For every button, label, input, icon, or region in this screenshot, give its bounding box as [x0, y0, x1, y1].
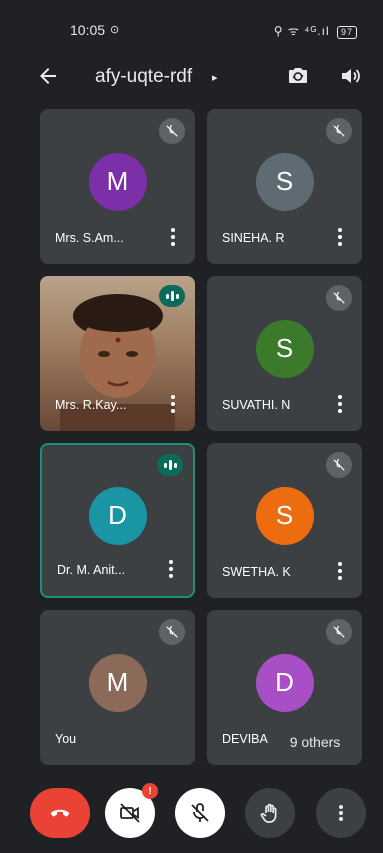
battery-icon: 97 — [336, 26, 357, 39]
avatar: S — [255, 152, 314, 211]
meeting-info-caret-icon[interactable]: ▸ — [212, 71, 218, 84]
avatar: M — [88, 152, 147, 211]
cast-icon: ⊙ — [110, 24, 120, 36]
participant-name: SINEHA. R — [222, 231, 285, 245]
mic-off-icon — [191, 803, 209, 822]
mic-off-icon — [326, 118, 352, 144]
mic-off-icon — [159, 118, 185, 144]
participant-name: SUVATHI. N — [222, 398, 291, 412]
participant-name: Mrs. S.Am... — [55, 231, 124, 245]
participant-tile[interactable]: M Mrs. S.Am... — [40, 109, 195, 264]
call-controls-bar: ! — [0, 780, 383, 853]
avatar: M — [88, 653, 147, 712]
participant-name: SWETHA. K — [222, 565, 291, 579]
participant-tile[interactable]: S SWETHA. K — [207, 443, 362, 598]
raise-hand-button[interactable] — [245, 788, 295, 838]
more-options-icon[interactable] — [336, 395, 344, 415]
microphone-toggle-button[interactable] — [175, 788, 225, 838]
speaking-indicator-icon — [157, 454, 183, 476]
camera-alert-badge: ! — [142, 783, 158, 799]
back-arrow-icon[interactable] — [36, 64, 60, 88]
speaker-icon[interactable] — [338, 64, 362, 88]
participant-name: Dr. M. Anit... — [57, 563, 126, 577]
more-vert-icon — [339, 805, 343, 821]
status-time: 10:05 — [70, 22, 106, 38]
avatar: S — [255, 486, 314, 545]
others-participants-button[interactable]: 9 others — [275, 727, 355, 757]
hang-up-icon — [50, 809, 70, 817]
more-options-button[interactable] — [316, 788, 366, 838]
more-options-icon[interactable] — [169, 395, 177, 415]
switch-camera-icon[interactable] — [286, 64, 310, 88]
mic-off-icon — [326, 285, 352, 311]
participant-tile[interactable]: S SUVATHI. N — [207, 276, 362, 431]
mic-off-icon — [326, 452, 352, 478]
self-tile[interactable]: M You — [40, 610, 195, 765]
mic-off-icon — [159, 619, 185, 645]
participant-name: You — [55, 732, 77, 746]
signal-text: ⚲ ᯤ ⁴ᴳ.ıl — [273, 24, 330, 38]
more-options-icon[interactable] — [169, 228, 177, 248]
avatar: D — [255, 653, 314, 712]
signal-icons: ⚲ ᯤ ⁴ᴳ.ıl 97 — [274, 22, 357, 39]
meeting-code-title[interactable]: afy-uqte-rdf — [95, 66, 192, 88]
participant-name: Mrs. R.Kay... — [55, 398, 127, 412]
avatar: S — [255, 319, 314, 378]
more-options-icon[interactable] — [167, 560, 175, 580]
participant-name: DEVIBA — [222, 732, 268, 746]
participant-video-tile[interactable]: Mrs. R.Kay... — [40, 276, 195, 431]
avatar: D — [88, 486, 147, 545]
camera-toggle-button[interactable]: ! — [105, 783, 158, 838]
participant-tile-active[interactable]: D Dr. M. Anit... — [40, 443, 195, 598]
end-call-button[interactable] — [30, 788, 90, 838]
camera-off-icon — [120, 803, 140, 823]
participant-tile[interactable]: S SINEHA. R — [207, 109, 362, 264]
status-bar: 10:05 ⊙ ⚲ ᯤ ⁴ᴳ.ıl 97 — [0, 0, 383, 60]
hand-icon — [260, 803, 277, 823]
more-options-icon[interactable] — [336, 562, 344, 582]
more-options-icon[interactable] — [336, 228, 344, 248]
mic-off-icon — [326, 619, 352, 645]
speaking-indicator-icon — [159, 285, 185, 307]
meeting-toolbar: afy-uqte-rdf ▸ — [0, 56, 383, 100]
